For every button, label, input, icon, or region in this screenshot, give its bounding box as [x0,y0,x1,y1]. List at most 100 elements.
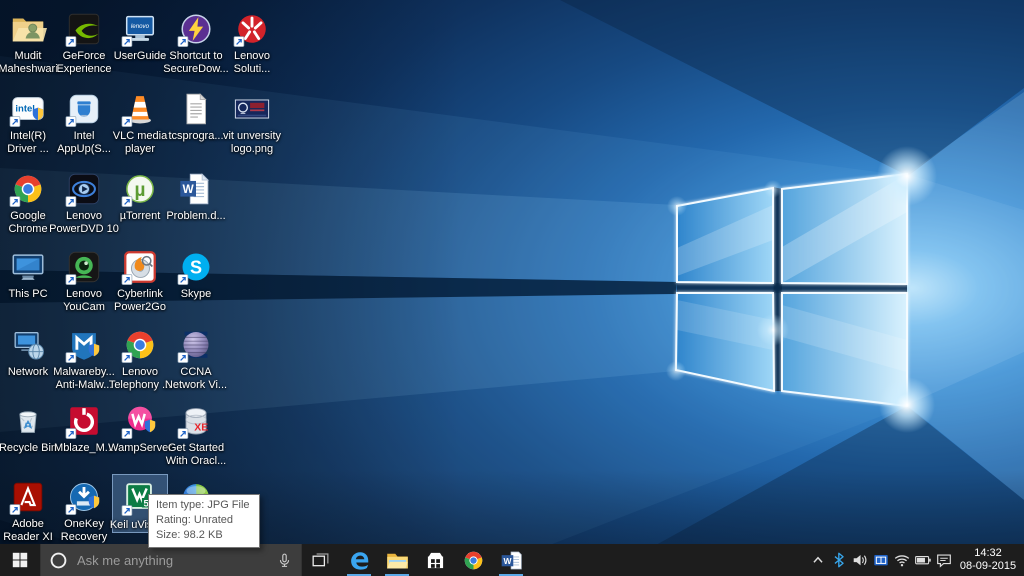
appup-icon [56,86,112,128]
windows-desktop: Mudit MaheshwariGeForce Experiencelenovo… [0,0,1024,576]
desktop-icon-label: vit unversity logo.png [217,130,287,156]
desktop-icon-label: Lenovo Soluti... [217,50,287,76]
store-icon [423,548,448,573]
taskbar-app-file-explorer[interactable] [378,544,416,576]
folderuser-icon [0,6,56,48]
desktop-icon[interactable]: intelIntel(R) Driver ... [0,86,56,156]
svg-text:W: W [183,182,195,196]
cortana-search-box[interactable] [40,544,302,576]
desktop-icon[interactable]: tcsprogra... [168,86,224,143]
desktop-icons: Mudit MaheshwariGeForce Experiencelenovo… [0,0,1024,576]
desktop-icon[interactable]: Lenovo Soluti... [224,6,280,76]
malware-icon [56,322,112,364]
desktop-icon[interactable]: WProblem.d... [168,166,224,223]
file-tooltip: Item type: JPG File Rating: Unrated Size… [148,494,260,548]
chrome-icon [461,548,486,573]
tray-hidden-icons-icon[interactable] [808,544,828,576]
ccna-icon [168,322,224,364]
desktop-icon[interactable]: Adobe Reader XI [0,474,56,544]
desktop-icon[interactable]: OneKey Recovery [56,474,112,544]
word-icon: W [499,548,524,573]
desktop-icon-label: Get Started With Oracl... [161,442,231,468]
tray-action-center-icon[interactable] [934,544,954,576]
desktop-icon[interactable]: Intel AppUp(S... [56,86,112,156]
svg-text:lenovo: lenovo [131,23,150,30]
worddoc-icon: W [168,166,224,208]
desktop-icon[interactable]: Lenovo PowerDVD 10 [56,166,112,236]
power2go-icon [112,244,168,286]
powerdvd-icon [56,166,112,208]
system-tray [808,544,954,576]
start-button[interactable] [0,544,40,576]
task-view-button[interactable] [302,544,338,576]
secure-icon [168,6,224,48]
microphone-icon[interactable] [276,552,293,569]
tooltip-line: Size: 98.2 KB [156,528,250,543]
desktop-icon[interactable]: µµTorrent [112,166,168,223]
textdoc-icon [168,86,224,128]
adobe-icon [0,474,56,516]
tray-display-utility-icon[interactable] [871,544,891,576]
imgthumb-icon [224,86,280,128]
desktop-icon[interactable]: Cyberlink Power2Go [112,244,168,314]
desktop-icon[interactable]: lenovoUserGuide [112,6,168,63]
utorrent-icon: µ [112,166,168,208]
desktop-icon[interactable]: Lenovo Telephony ... [112,322,168,392]
taskbar-app-store[interactable] [416,544,454,576]
desktop-icon[interactable]: This PC [0,244,56,301]
thispc-icon [0,244,56,286]
svg-text:intel: intel [15,103,35,114]
intel-icon: intel [0,86,56,128]
lenovosol-icon [224,6,280,48]
chrome-icon [0,166,56,208]
geforce-icon [56,6,112,48]
taskbar: W 14:32 08-09-2015 [0,544,1024,576]
desktop-icon[interactable]: SSkype [168,244,224,301]
clock-date: 08-09-2015 [957,560,1019,573]
edge-icon [347,548,372,573]
skype-icon: S [168,244,224,286]
desktop-icon-label: Skype [161,288,231,301]
tray-volume-icon[interactable] [850,544,870,576]
desktop-icon[interactable]: Google Chrome [0,166,56,236]
desktop-icon[interactable]: Mudit Maheshwari [0,6,56,76]
desktop-icon[interactable]: XEGet Started With Oracl... [168,398,224,468]
desktop-icon[interactable]: VLC media player [112,86,168,156]
desktop-icon[interactable]: CCNA Network Vi... [168,322,224,392]
desktop-icon[interactable]: Shortcut to SecureDow... [168,6,224,76]
desktop-icon-label: CCNA Network Vi... [161,366,231,392]
svg-text:S: S [190,258,202,278]
oracle-icon: XE [168,398,224,440]
taskbar-app-word[interactable]: W [492,544,530,576]
file-explorer-icon [385,548,410,573]
desktop-icon[interactable]: vit unversity logo.png [224,86,280,156]
vlc-icon [112,86,168,128]
desktop-icon[interactable]: Malwareby... Anti-Malw... [56,322,112,392]
tray-bluetooth-icon[interactable] [829,544,849,576]
task-view-icon [311,551,330,570]
chrome-icon [112,322,168,364]
tray-battery-icon[interactable] [913,544,933,576]
desktop-icon[interactable]: Recycle Bin [0,398,56,455]
onekey-icon [56,474,112,516]
tooltip-line: Item type: JPG File [156,498,250,513]
search-input[interactable] [75,552,269,569]
tray-wifi-icon[interactable] [892,544,912,576]
desktop-icon[interactable]: GeForce Experience [56,6,112,76]
taskbar-app-edge[interactable] [340,544,378,576]
desktop-icon[interactable]: Mblaze_M... [56,398,112,455]
desktop-icon[interactable]: Lenovo YouCam [56,244,112,314]
desktop-icon-label: Problem.d... [161,210,231,223]
mblaze-icon [56,398,112,440]
clock-time: 14:32 [957,547,1019,560]
userguide-icon: lenovo [112,6,168,48]
cortana-icon [49,551,68,570]
taskbar-clock[interactable]: 14:32 08-09-2015 [954,544,1024,576]
svg-text:µ: µ [135,180,146,201]
taskbar-app-chrome[interactable] [454,544,492,576]
svg-text:W: W [503,555,511,565]
desktop-icon[interactable]: WampServer [112,398,168,455]
taskbar-apps: W [340,544,530,576]
wamp-icon [112,398,168,440]
desktop-icon[interactable]: Network [0,322,56,379]
